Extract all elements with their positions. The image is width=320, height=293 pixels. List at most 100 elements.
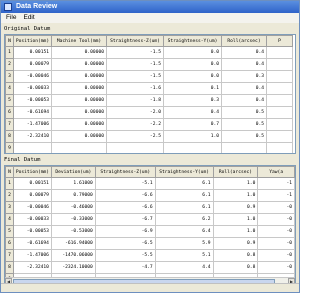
original-column-header[interactable]: Machine Tool(mm) (51, 35, 107, 47)
original-cell[interactable]: -2.2 (106, 118, 164, 131)
row-number-header[interactable]: 4 (5, 82, 14, 95)
row-number-header[interactable]: 4 (5, 213, 14, 226)
original-table-row[interactable]: 3 -0.00046 0.00000 -1.5 0.0 0.3 (5, 70, 293, 83)
original-cell[interactable]: -2.32410 (13, 130, 52, 143)
final-cell[interactable]: 0.8 (212, 249, 259, 262)
original-column-header[interactable]: N (5, 35, 14, 47)
original-cell[interactable] (106, 142, 164, 153)
final-cell[interactable]: -2324.10000 (50, 261, 96, 274)
original-table-row[interactable]: 4 -0.00033 0.00000 -1.6 0.1 0.4 (5, 82, 293, 95)
final-cell[interactable]: -6.5 (94, 237, 156, 250)
menu-file[interactable]: File (6, 13, 16, 23)
original-cell[interactable] (266, 106, 293, 119)
final-datum-grid[interactable]: N Position(mm) Deviation(um) Straightness-Z… (4, 165, 296, 286)
final-cell[interactable]: -0.53000 (50, 225, 96, 238)
final-cell[interactable]: 0.9 (212, 237, 259, 250)
final-cell[interactable]: -6.7 (94, 213, 156, 226)
original-cell[interactable]: 0.00000 (51, 118, 107, 131)
final-column-header[interactable]: Straightness-Y(um) (154, 166, 214, 178)
original-cell[interactable] (266, 46, 293, 59)
original-cell[interactable]: 0.4 (221, 82, 267, 95)
original-cell[interactable]: 1.0 (163, 130, 222, 143)
final-cell[interactable]: -4.7 (94, 261, 156, 274)
original-cell[interactable]: 0.00000 (51, 58, 107, 71)
final-cell[interactable]: -0 (257, 249, 295, 262)
original-cell[interactable]: 0.00151 (13, 46, 52, 59)
original-cell[interactable] (266, 118, 293, 131)
final-cell[interactable]: -0.00053 (12, 225, 52, 238)
final-table-row[interactable]: 7 -1.47006 -1470.06000 -5.5 5.1 0.8 -0 (5, 249, 295, 262)
final-cell[interactable]: -0.33000 (50, 213, 96, 226)
final-cell[interactable]: 0.9 (212, 201, 259, 214)
original-cell[interactable] (51, 142, 107, 153)
final-cell[interactable]: 0.00079 (12, 189, 52, 202)
final-cell[interactable]: -1470.06000 (50, 249, 96, 262)
final-cell[interactable]: -0 (257, 225, 295, 238)
menu-edit[interactable]: Edit (23, 13, 34, 23)
row-number-header[interactable]: 1 (5, 177, 14, 190)
original-cell[interactable]: 0.00000 (51, 106, 107, 119)
original-cell[interactable]: -1.5 (106, 70, 164, 83)
original-cell[interactable]: 0.0 (163, 70, 222, 83)
original-cell[interactable]: 0.5 (221, 106, 267, 119)
original-cell[interactable]: -1.8 (106, 94, 164, 107)
final-column-header[interactable]: N (5, 166, 14, 178)
final-cell[interactable]: -0.46000 (50, 201, 96, 214)
final-column-header[interactable]: Roll(arcsec) (212, 166, 259, 178)
original-table-row[interactable]: 9 (5, 142, 293, 153)
original-datum-grid[interactable]: N Position(mm) Machine Tool(mm) Straightnes… (4, 34, 296, 154)
original-cell[interactable]: -0.00033 (13, 82, 52, 95)
final-cell[interactable]: -1 (257, 177, 295, 190)
original-cell[interactable] (221, 142, 267, 153)
original-cell[interactable]: 0.0 (163, 58, 222, 71)
final-cell[interactable]: 5.1 (154, 249, 214, 262)
final-cell[interactable]: -0.00046 (12, 201, 52, 214)
final-column-header[interactable]: Yaw(a (257, 166, 295, 178)
original-cell[interactable]: 0.00000 (51, 130, 107, 143)
final-cell[interactable]: 6.1 (154, 177, 214, 190)
row-number-header[interactable]: 6 (5, 237, 14, 250)
row-number-header[interactable]: 5 (5, 94, 14, 107)
original-table-row[interactable]: 1 0.00151 0.00000 -1.5 0.0 0.4 (5, 46, 293, 59)
original-table-row[interactable]: 5 -0.00053 0.00000 -1.8 0.3 0.4 (5, 94, 293, 107)
final-table-row[interactable]: 4 -0.00033 -0.33000 -6.7 6.2 1.0 -0 (5, 213, 295, 226)
final-cell[interactable]: -0.00033 (12, 213, 52, 226)
title-bar[interactable]: Data Review (1, 1, 299, 13)
row-number-header[interactable]: 3 (5, 70, 14, 83)
final-table-row[interactable]: 3 -0.00046 -0.46000 -6.6 6.1 0.9 -0 (5, 201, 295, 214)
original-cell[interactable] (266, 82, 293, 95)
final-cell[interactable]: -0 (257, 261, 295, 274)
final-cell[interactable]: -1.47006 (12, 249, 52, 262)
final-cell[interactable]: 6.4 (154, 225, 214, 238)
original-cell[interactable]: 0.00000 (51, 94, 107, 107)
original-cell[interactable]: -2.5 (106, 130, 164, 143)
final-column-header[interactable]: Straightness-Z(um) (94, 166, 156, 178)
original-column-header[interactable]: Roll(arcsec) (221, 35, 267, 47)
final-cell[interactable]: -6.6 (94, 189, 156, 202)
original-cell[interactable]: -0.00046 (13, 70, 52, 83)
row-number-header[interactable]: 2 (5, 189, 14, 202)
original-cell[interactable]: 0.4 (221, 94, 267, 107)
original-cell[interactable]: 0.00000 (51, 46, 107, 59)
original-cell[interactable]: 0.3 (163, 94, 222, 107)
original-cell[interactable]: 0.5 (221, 118, 267, 131)
final-cell[interactable]: -0 (257, 201, 295, 214)
original-cell[interactable]: 0.00000 (51, 70, 107, 83)
final-cell[interactable]: 0.00151 (12, 177, 52, 190)
original-cell[interactable]: -1.5 (106, 46, 164, 59)
original-cell[interactable]: 0.4 (221, 58, 267, 71)
original-cell[interactable]: -0.61694 (13, 106, 52, 119)
original-cell[interactable]: 0.0 (163, 46, 222, 59)
row-number-header[interactable]: 8 (5, 130, 14, 143)
original-table-row[interactable]: 7 -1.47006 0.00000 -2.2 0.7 0.5 (5, 118, 293, 131)
final-cell[interactable]: 0.79000 (50, 189, 96, 202)
row-number-header[interactable]: 6 (5, 106, 14, 119)
original-column-header[interactable]: Position(mm) (13, 35, 52, 47)
original-cell[interactable]: 0.00000 (51, 82, 107, 95)
original-cell[interactable]: 0.1 (163, 82, 222, 95)
original-cell[interactable]: -0.00053 (13, 94, 52, 107)
final-cell[interactable]: -5.5 (94, 249, 156, 262)
original-column-header[interactable]: Straightness-Z(um) (106, 35, 164, 47)
final-table-row[interactable]: 6 -0.61694 -616.94000 -6.5 5.9 0.9 -0 (5, 237, 295, 250)
final-column-header[interactable]: Deviation(um) (50, 166, 96, 178)
